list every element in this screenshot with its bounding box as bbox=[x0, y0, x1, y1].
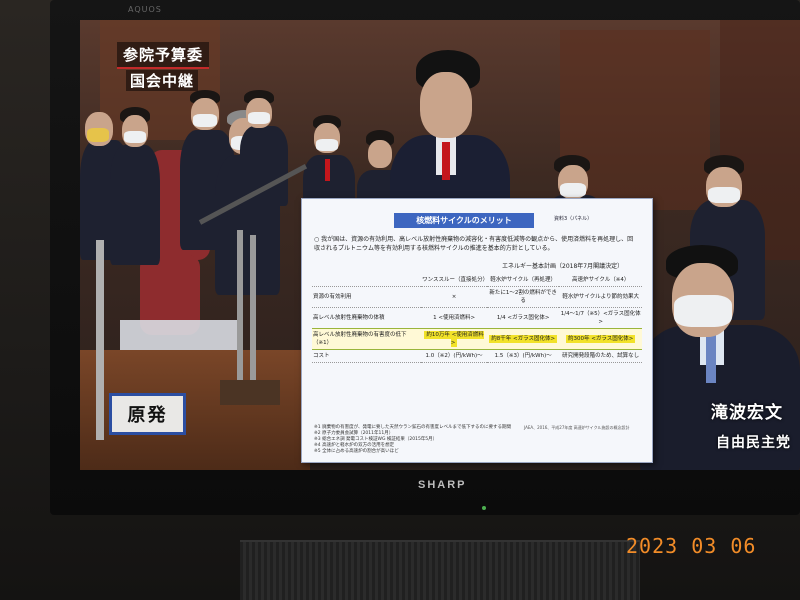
slide-table-cell: × bbox=[421, 286, 487, 308]
slide-table-row-label: 高レベル放射性廃棄物の体積 bbox=[312, 307, 422, 329]
slide-table-cell: 研究開発段階のため、試算なし bbox=[559, 349, 642, 363]
slide-table-cell: 1.5（※3）(円/kWh)〜 bbox=[487, 349, 560, 363]
microphone-base bbox=[220, 380, 280, 405]
tv-screen: 参院予算委 国会中継 原発 滝波宏文 自由民主党 核燃料サイクルのメリット 資料… bbox=[80, 20, 800, 470]
microphone-stand bbox=[237, 230, 243, 390]
paper bbox=[120, 320, 240, 350]
speaker-name-caption: 滝波宏文 bbox=[711, 403, 783, 423]
slide-table-header-cell: 軽水炉サイクル（再処理） bbox=[487, 274, 560, 287]
slide-table-cell: 1 <使用済燃料> bbox=[421, 307, 487, 329]
slide-table-row: コスト 1.0（※2）(円/kWh)〜 1.5（※3）(円/kWh)〜 研究開発段階の… bbox=[312, 349, 642, 363]
slide-title: 核燃料サイクルのメリット bbox=[394, 213, 534, 228]
slide-source: 資料3（パネル） bbox=[554, 216, 593, 222]
slide-table-header-cell: ワンススルー（直接処分） bbox=[421, 274, 488, 287]
power-led bbox=[482, 506, 486, 510]
slide-table-row-label: コスト bbox=[312, 349, 422, 363]
slide-table-row-label: 資源の有効利用 bbox=[312, 286, 422, 308]
slide-intro-reference: エネルギー基本計画（2018年7月閣議決定） bbox=[502, 263, 624, 270]
tv-brand-logo: SHARP bbox=[418, 479, 467, 491]
slide-table-cell: 新たに1〜2割の燃料ができる bbox=[487, 286, 560, 308]
slide-panel: 核燃料サイクルのメリット 資料3（パネル） ○ 我が国は、資源の有効利用、高レベ… bbox=[301, 198, 653, 463]
microphone-stand bbox=[250, 235, 256, 395]
program-title-caption: 参院予算委 bbox=[117, 42, 210, 69]
program-subtitle-caption: 国会中継 bbox=[126, 70, 199, 91]
slide-table-cell: 1.0（※2）(円/kWh)〜 bbox=[421, 349, 487, 363]
slide-table-cell: 約300年 <ガラス固化体> bbox=[559, 328, 642, 350]
slide-table: ワンススルー（直接処分） 軽水炉サイクル（再処理） 高速炉サイクル（※4） 資源の有効… bbox=[312, 274, 642, 363]
slide-table-header-cell bbox=[312, 274, 422, 287]
tv-side-pole bbox=[96, 240, 104, 440]
date-stamp: 2023 03 06 bbox=[626, 534, 757, 558]
tv-stand bbox=[240, 540, 640, 600]
slide-intro: ○ 我が国は、資源の有効利用、高レベル放射性廃棄物の減容化・有害度低減等の観点か… bbox=[314, 236, 634, 252]
slide-table-cell: 1/4〜1/7（※5）<ガラス固化体> bbox=[559, 307, 642, 329]
slide-table-cell: 約10万年 <使用済燃料> bbox=[421, 328, 487, 350]
slide-table-cell: 軽水炉サイクルより節約効果大 bbox=[559, 286, 642, 308]
slide-table-row: 高レベル放射性廃棄物の体積 1 <使用済燃料> 1/4 <ガラス固化体> 1/4〜1/… bbox=[312, 307, 642, 329]
slide-table-cell: 1/4 <ガラス固化体> bbox=[487, 307, 560, 329]
slide-table-header-cell: 高速炉サイクル（※4） bbox=[559, 274, 642, 287]
slide-table-row-label: 高レベル放射性廃棄物の有害度の低下（※1） bbox=[312, 328, 422, 350]
slide-notes-side: JAEA、2016、平成27年度 高速炉サイクル施設の概念設計 bbox=[524, 425, 630, 430]
slide-table-row: 資源の有効利用 × 新たに1〜2割の燃料ができる 軽水炉サイクルより節約効果大 bbox=[312, 286, 642, 308]
slide-table-row: 高レベル放射性廃棄物の有害度の低下（※1） 約10万年 <使用済燃料> 約8千年 <… bbox=[312, 328, 642, 350]
topic-caption: 原発 bbox=[109, 393, 186, 435]
slide-notes: ※1 廃棄物の有害度が、発電に要した天然ウラン鉱石の有害度レベルまで低下するのに… bbox=[314, 425, 511, 454]
speaker-party-caption: 自由民主党 bbox=[716, 435, 791, 451]
slide-table-header: ワンススルー（直接処分） 軽水炉サイクル（再処理） 高速炉サイクル（※4） bbox=[312, 274, 642, 287]
tv-brand-top: AQUOS bbox=[128, 5, 162, 14]
slide-table-cell: 約8千年 <ガラス固化体> bbox=[487, 328, 560, 350]
